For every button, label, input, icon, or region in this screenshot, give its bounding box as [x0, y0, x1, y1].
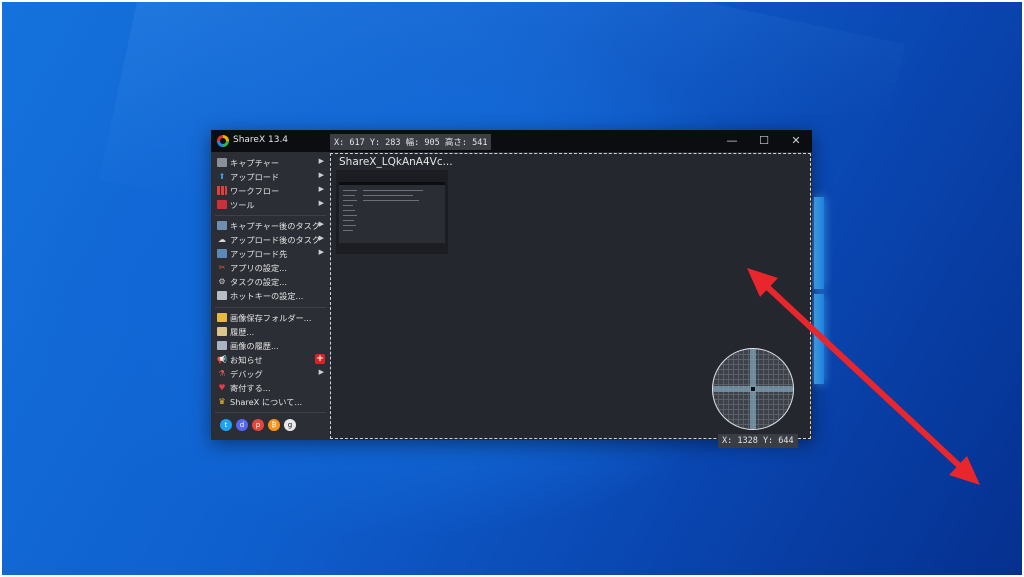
- flask-icon: ⚗: [218, 369, 226, 378]
- menu-item-about[interactable]: ♛ ShareX について...: [211, 395, 330, 409]
- menu-separator: [215, 215, 326, 216]
- menu-item-label: アップロード先: [230, 249, 288, 259]
- windows-logo-pane-bottom: [814, 294, 824, 384]
- patreon-icon[interactable]: p: [252, 419, 264, 431]
- menu-item-label: ワークフロー: [230, 186, 280, 196]
- menu-item-label: 寄付する...: [230, 383, 271, 393]
- menu-item-after-upload[interactable]: ☁ アップロード後のタスク ▶: [211, 233, 330, 247]
- github-icon[interactable]: g: [284, 419, 296, 431]
- menu-item-label: 画像の履歴...: [230, 341, 279, 351]
- submenu-arrow-icon: ▶: [318, 157, 324, 165]
- menu-item-label: キャプチャー: [230, 158, 280, 168]
- twitter-icon[interactable]: t: [220, 419, 232, 431]
- crosshair-center: [751, 387, 755, 391]
- submenu-arrow-icon: ▶: [318, 220, 324, 228]
- megaphone-icon: 📢: [217, 355, 227, 364]
- menu-item-upload[interactable]: ⬆ アップロード ▶: [211, 170, 330, 184]
- submenu-arrow-icon: ▶: [318, 199, 324, 207]
- maximize-button[interactable]: ☐: [748, 130, 780, 152]
- magnifier-loupe: [712, 348, 794, 430]
- history-icon: [217, 327, 227, 336]
- menu-item-label: ShareX について...: [230, 397, 303, 407]
- menu-item-label: 画像保存フォルダー...: [230, 313, 312, 323]
- main-menu: キャプチャー ▶ ⬆ アップロード ▶ ワークフロー ▶ ツール ▶ キャプチャ…: [211, 152, 330, 440]
- tools-icon: ✂: [218, 263, 226, 272]
- menu-item-workflow[interactable]: ワークフロー ▶: [211, 184, 330, 198]
- heart-icon: ♥: [218, 383, 226, 392]
- toolbox-icon: [217, 200, 227, 209]
- menu-item-label: 履歴...: [230, 327, 255, 337]
- menu-item-debug[interactable]: ⚗ デバッグ ▶: [211, 367, 330, 381]
- bitcoin-icon[interactable]: ₿: [268, 419, 280, 431]
- close-button[interactable]: ✕: [780, 130, 812, 152]
- menu-item-capture[interactable]: キャプチャー ▶: [211, 156, 330, 170]
- menu-item-label: お知らせ: [230, 355, 263, 365]
- title-bar[interactable]: ShareX 13.4 — ☐ ✕: [211, 130, 812, 152]
- menu-separator: [215, 307, 326, 308]
- crown-icon: ♛: [218, 397, 226, 406]
- menu-item-image-history[interactable]: 画像の履歴...: [211, 339, 330, 353]
- grid-icon: [217, 186, 227, 195]
- upload-arrow-icon: ⬆: [218, 172, 226, 181]
- minimize-button[interactable]: —: [716, 130, 748, 152]
- menu-item-task-settings[interactable]: ⚙ タスクの設定...: [211, 275, 330, 289]
- menu-item-after-capture[interactable]: キャプチャー後のタスク ▶: [211, 219, 330, 233]
- menu-item-destinations[interactable]: アップロード先 ▶: [211, 247, 330, 261]
- menu-item-label: ホットキーの設定...: [230, 291, 304, 301]
- submenu-arrow-icon: ▶: [318, 185, 324, 193]
- menu-item-tools[interactable]: ツール ▶: [211, 198, 330, 212]
- thumbnail-image: [339, 182, 445, 243]
- sharex-logo-icon: [217, 135, 229, 147]
- menu-item-news[interactable]: 📢 お知らせ +: [211, 353, 330, 367]
- menu-separator: [215, 412, 326, 413]
- submenu-arrow-icon: ▶: [318, 248, 324, 256]
- menu-item-label: デバッグ: [230, 369, 263, 379]
- screenshot-thumbnail[interactable]: [336, 170, 448, 254]
- keyboard-icon: [217, 291, 227, 300]
- menu-item-label: キャプチャー後のタスク: [230, 221, 320, 231]
- folder-icon: [217, 313, 227, 322]
- submenu-arrow-icon: ▶: [318, 234, 324, 242]
- region-coordinates-label: X: 617 Y: 283 幅: 905 高さ: 541: [330, 134, 492, 150]
- gear-icon: ⚙: [218, 277, 226, 286]
- cloud-icon: ☁: [218, 235, 226, 244]
- thumbnail-title[interactable]: ShareX_LQkAnA4Vc...: [339, 156, 453, 168]
- menu-item-hotkey-settings[interactable]: ホットキーの設定...: [211, 289, 330, 303]
- menu-item-app-settings[interactable]: ✂ アプリの設定...: [211, 261, 330, 275]
- menu-item-label: アップロード後のタスク: [230, 235, 321, 245]
- menu-item-donate[interactable]: ♥ 寄付する...: [211, 381, 330, 395]
- server-icon: [217, 249, 227, 258]
- monitor-icon: [217, 158, 227, 167]
- menu-item-screenshots-folder[interactable]: 画像保存フォルダー...: [211, 311, 330, 325]
- menu-item-label: アプリの設定...: [230, 263, 287, 273]
- windows-logo-pane-top: [814, 197, 824, 289]
- cursor-coordinates-label: X: 1328 Y: 644: [718, 434, 798, 448]
- discord-icon[interactable]: d: [236, 419, 248, 431]
- window-title: ShareX 13.4: [233, 135, 289, 145]
- news-badge: +: [315, 354, 325, 364]
- submenu-arrow-icon: ▶: [318, 368, 324, 376]
- image-history-icon: [217, 341, 227, 350]
- menu-item-label: ツール: [230, 200, 255, 210]
- submenu-arrow-icon: ▶: [318, 171, 324, 179]
- menu-item-label: アップロード: [230, 172, 280, 182]
- menu-item-label: タスクの設定...: [230, 277, 287, 287]
- image-task-icon: [217, 221, 227, 230]
- menu-item-history[interactable]: 履歴...: [211, 325, 330, 339]
